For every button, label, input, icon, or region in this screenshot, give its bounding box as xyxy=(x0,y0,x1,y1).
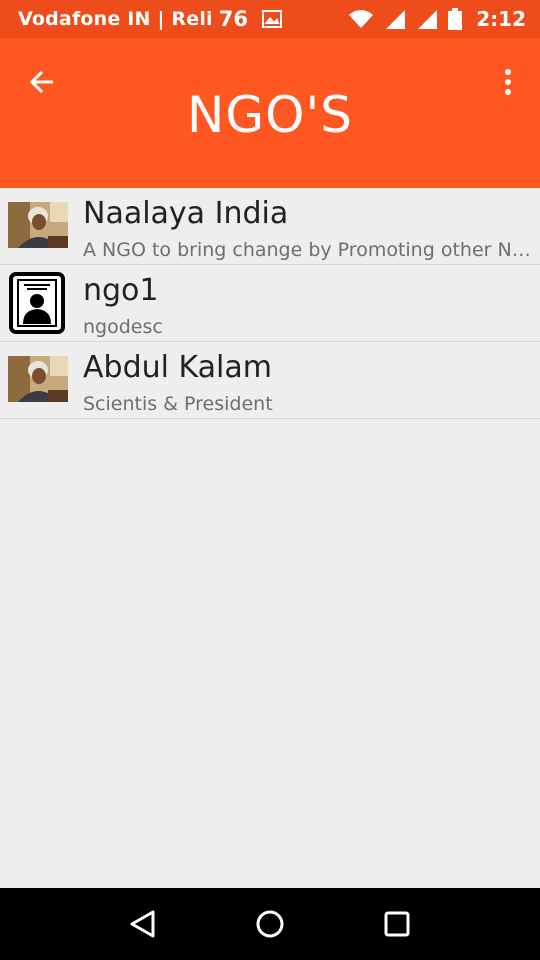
ngo-name: Abdul Kalam xyxy=(83,350,272,385)
ngo-avatar xyxy=(8,356,68,402)
nav-home-button[interactable] xyxy=(250,904,290,944)
nav-recents-button[interactable] xyxy=(377,904,417,944)
wifi-icon xyxy=(349,10,374,28)
signal-icon xyxy=(386,10,406,29)
overflow-menu-button[interactable] xyxy=(490,62,526,102)
clock: 2:12 xyxy=(476,7,526,31)
app-bar: NGO'S xyxy=(0,38,540,188)
battery-icon xyxy=(448,8,463,30)
status-bar: Vodafone IN | Reli 76 2:12 xyxy=(0,0,540,38)
nav-back-button[interactable] xyxy=(123,904,163,944)
photo-avatar-icon xyxy=(8,356,68,402)
ngo-list-item[interactable]: Abdul Kalam Scientis & President xyxy=(0,342,540,419)
ngo-name: Naalaya India xyxy=(83,196,289,231)
system-nav-bar xyxy=(0,888,540,960)
ngo-description: A NGO to bring change by Promoting other… xyxy=(83,239,531,261)
status-icons: 2:12 xyxy=(348,7,526,31)
photo-icon xyxy=(262,10,283,28)
ngo-avatar xyxy=(8,272,68,334)
recents-square-icon xyxy=(384,911,410,937)
photo-avatar-icon xyxy=(8,202,68,248)
back-triangle-icon xyxy=(130,910,155,938)
more-vert-icon xyxy=(505,69,511,95)
carrier-name: Vodafone IN | Reli xyxy=(18,8,213,30)
carrier-count: 76 xyxy=(218,7,249,31)
signal-icon xyxy=(418,10,438,29)
ngo-description: ngodesc xyxy=(83,316,163,338)
ngo-list-item[interactable]: Naalaya India A NGO to bring change by P… xyxy=(0,188,540,265)
home-circle-icon xyxy=(256,910,284,938)
page-title: NGO'S xyxy=(187,86,353,144)
ngo-list: Naalaya India A NGO to bring change by P… xyxy=(0,188,540,419)
ngo-list-item[interactable]: ngo1 ngodesc xyxy=(0,265,540,342)
contact-avatar-icon xyxy=(9,272,65,334)
ngo-avatar xyxy=(8,202,68,248)
ngo-name: ngo1 xyxy=(83,273,159,308)
ngo-description: Scientis & President xyxy=(83,393,273,415)
